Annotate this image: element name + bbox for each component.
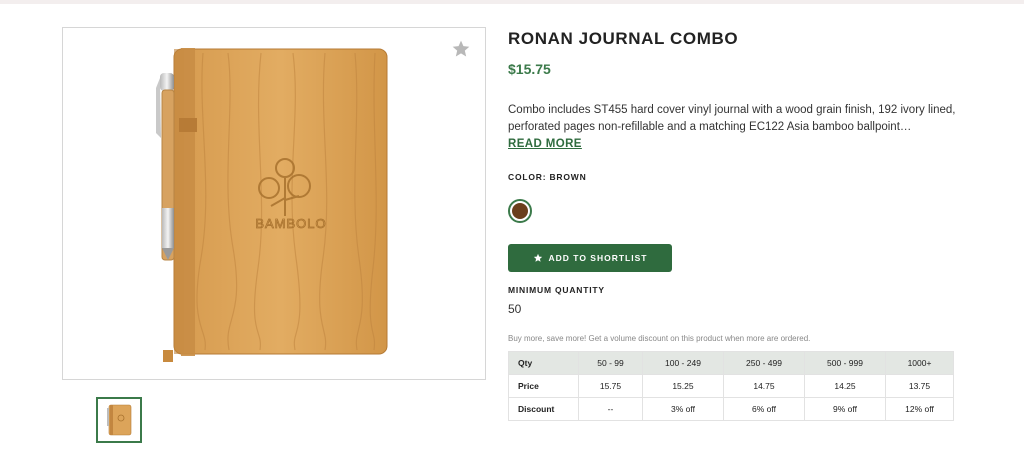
minimum-quantity-value: 50 [508, 302, 522, 316]
favorite-star-icon[interactable] [451, 39, 471, 59]
color-label: COLOR: BROWN [508, 172, 587, 182]
pricing-cell: 9% off [803, 397, 887, 421]
pricing-cell: 14.75 [722, 374, 806, 398]
pricing-header-cell: 100 - 249 [641, 351, 724, 375]
pricing-table: Qty 50 - 99 100 - 249 250 - 499 500 - 99… [508, 351, 954, 421]
pricing-cell: 12% off [885, 397, 954, 421]
minimum-quantity-label: MINIMUM QUANTITY [508, 285, 605, 295]
product-price: $15.75 [508, 61, 551, 77]
pricing-cell: -- [578, 397, 643, 421]
pricing-cell: 15.75 [578, 374, 643, 398]
pricing-cell: 6% off [722, 397, 806, 421]
pricing-header-cell: 50 - 99 [578, 351, 643, 375]
read-more-link[interactable]: READ MORE [508, 138, 582, 150]
top-bar [0, 0, 1024, 4]
product-thumbnail[interactable] [96, 397, 142, 443]
pricing-cell: 13.75 [885, 374, 954, 398]
pricing-header-cell: Qty [508, 351, 579, 375]
product-image: BAMBOLO [156, 48, 388, 362]
pricing-cell: 14.25 [803, 374, 887, 398]
pricing-header-cell: 250 - 499 [722, 351, 806, 375]
star-icon [533, 253, 542, 262]
product-description: Combo includes ST455 hard cover vinyl jo… [508, 104, 956, 133]
pricing-price-row: Price 15.75 15.25 14.75 14.25 13.75 [508, 374, 954, 398]
pricing-row-label: Price [508, 374, 579, 398]
logo-text: BAMBOLO [255, 216, 326, 231]
color-swatch-brown[interactable] [508, 199, 532, 223]
pricing-header-row: Qty 50 - 99 100 - 249 250 - 499 500 - 99… [508, 351, 954, 375]
product-title: RONAN JOURNAL COMBO [508, 29, 739, 48]
pricing-cell: 15.25 [641, 374, 724, 398]
product-image-frame: BAMBOLO [62, 27, 486, 380]
thumbnail-image [107, 404, 132, 436]
pricing-header-cell: 500 - 999 [803, 351, 887, 375]
pricing-header-cell: 1000+ [885, 351, 954, 375]
add-to-shortlist-button[interactable]: ADD TO SHORTLIST [508, 244, 672, 272]
pricing-row-label: Discount [508, 397, 579, 421]
shortlist-label: ADD TO SHORTLIST [548, 253, 648, 263]
pricing-cell: 3% off [641, 397, 724, 421]
pricing-discount-row: Discount -- 3% off 6% off 9% off 12% off [508, 397, 954, 421]
volume-discount-note: Buy more, save more! Get a volume discou… [508, 334, 811, 343]
